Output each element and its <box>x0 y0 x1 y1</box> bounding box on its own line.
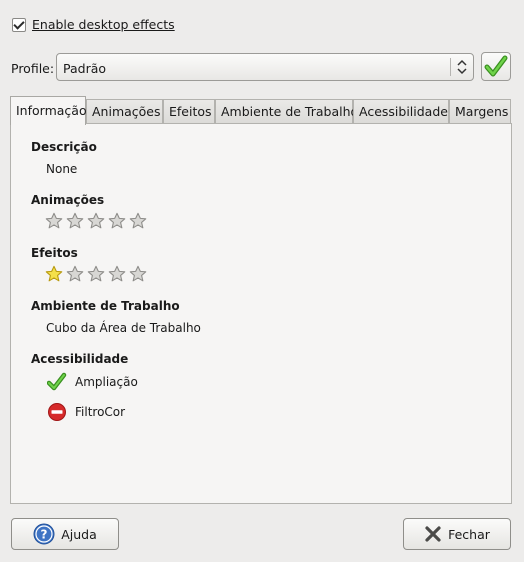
help-button[interactable]: ? Ajuda <box>11 518 119 550</box>
efeitos-rating <box>45 265 147 283</box>
star-empty-icon <box>87 212 105 229</box>
ambiente-value: Cubo da Área de Trabalho <box>46 321 201 335</box>
check-icon <box>484 55 508 77</box>
profile-label: Profile: <box>11 61 55 76</box>
help-button-label: Ajuda <box>61 526 97 542</box>
tab-acessibilidade[interactable]: Acessibilidade <box>353 99 449 123</box>
check-icon <box>47 372 67 391</box>
descricao-heading: Descrição <box>31 140 97 154</box>
acessibilidade-item-label: Ampliação <box>75 375 138 389</box>
star-empty-icon <box>129 265 147 282</box>
tab-efeitos[interactable]: Efeitos <box>163 99 215 123</box>
tab-informacao[interactable]: Informação <box>10 96 87 125</box>
star-empty-icon <box>129 212 147 229</box>
star-empty-icon <box>87 265 105 282</box>
close-button-label: Fechar <box>448 526 490 542</box>
efeitos-heading: Efeitos <box>31 246 78 260</box>
star-filled-icon <box>45 265 63 282</box>
star-empty-icon <box>108 212 126 229</box>
tab-bar: Informação Animações Efeitos Ambiente de… <box>10 96 512 125</box>
animacoes-heading: Animações <box>31 193 105 207</box>
enable-effects-label[interactable]: Enable desktop effects <box>32 17 175 32</box>
ambiente-heading: Ambiente de Trabalho <box>31 299 180 313</box>
updown-arrows-icon <box>457 59 467 75</box>
acessibilidade-item: FiltroCor <box>47 402 125 422</box>
svg-text:?: ? <box>41 528 48 542</box>
star-empty-icon <box>66 265 84 282</box>
tab-ambiente-de-trabalho[interactable]: Ambiente de Trabalho <box>215 99 358 123</box>
star-empty-icon <box>66 212 84 229</box>
close-button[interactable]: Fechar <box>403 518 511 550</box>
profile-select-value: Padrão <box>63 61 107 76</box>
tab-margens[interactable]: Margens <box>449 99 511 123</box>
descricao-value: None <box>46 162 78 176</box>
tab-animacoes[interactable]: Animações <box>86 99 163 123</box>
star-empty-icon <box>45 212 63 229</box>
enable-effects-checkbox[interactable] <box>12 18 26 32</box>
info-panel: Descrição None Animações Efeitos Ambient… <box>10 123 512 504</box>
no-entry-icon <box>48 403 66 421</box>
star-empty-icon <box>108 265 126 282</box>
acessibilidade-item-label: FiltroCor <box>75 405 126 419</box>
profile-select[interactable]: Padrão <box>56 53 474 81</box>
help-icon: ? <box>33 523 55 545</box>
close-icon <box>425 526 441 542</box>
acessibilidade-heading: Acessibilidade <box>31 352 129 366</box>
apply-profile-button[interactable] <box>481 52 511 81</box>
animacoes-rating <box>45 212 147 230</box>
acessibilidade-item: Ampliação <box>47 372 138 392</box>
